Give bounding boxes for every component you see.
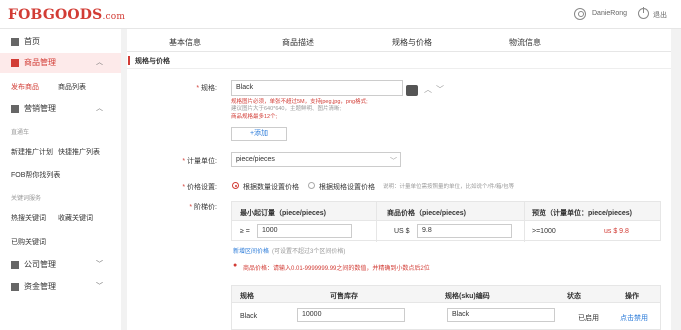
divider [127,68,671,69]
sku-spec: Black [240,313,258,320]
tier-label: * 阶梯价: [189,204,217,211]
radio-by-quantity[interactable] [232,182,239,189]
price-setting-label: * 价格设置: [182,184,217,191]
tab-bar: 基本信息 商品描述 规格与价格 物流信息 [127,29,671,52]
price-input[interactable]: 9.8 [417,224,512,238]
product-icon [11,59,19,67]
sidebar-sub-product-list[interactable]: 商品列表 [58,82,86,92]
tab-spec-price[interactable]: 规格与价格 [392,37,432,48]
price-warning: 商品价格：请输入0.01-9999999.99之间的数值，并精确到小数点后2位 [243,266,430,272]
spec-hint-1: 规格图片必须，单张不超过5M，支持jpeg,jpg，png格式; [231,99,368,105]
sku-code-input[interactable]: Black [447,308,555,322]
sidebar-item-product-mgmt[interactable]: 商品管理 ︿ [0,53,121,73]
username[interactable]: DanieRong [592,10,627,17]
sku-table: 规格 可售库存 规格(sku)编码 状态 操作 Black 10000 Blac… [231,285,661,330]
section-title: 规格与价格 [135,58,170,65]
group-label-keyword: 关键词服务 [11,196,42,202]
sidebar-item-home[interactable]: 首页 [0,32,121,52]
brand-logo[interactable]: FOBGOODS.com [8,7,125,23]
radio-label-quantity[interactable]: 根据数量设置价格 [243,182,299,192]
sidebar-item-label: 公司管理 [24,260,56,269]
group-label-promo: 直通车 [11,130,30,136]
unit-select[interactable]: piece/pieces [231,152,401,167]
min-qty-input[interactable]: 1000 [257,224,352,238]
spec-hint-2: 建议图片大于640*640，主题鲜明、图片清晰; [231,106,342,112]
sku-col-stock: 可售库存 [330,293,358,300]
disable-link[interactable]: 点击禁用 [620,313,648,323]
sidebar-item-finance[interactable]: 资金管理 ﹀ [0,277,121,297]
sidebar-item-label: 资金管理 [24,282,56,291]
tier-col-preview: 预览（计量单位：piece/pieces) [532,210,632,217]
section-marker [128,56,130,65]
sidebar-item-marketing[interactable]: 营销管理 ︿ [0,99,121,119]
chevron-down-icon: ﹀ [390,158,397,165]
sidebar-sub-fav-keywords[interactable]: 收藏关键词 [58,213,93,223]
tab-logistics[interactable]: 物流信息 [509,37,541,48]
spec-input[interactable]: Black [231,80,403,96]
finance-icon [11,283,19,291]
marketing-icon [11,105,19,113]
radio-label-spec[interactable]: 根据规格设置价格 [319,182,375,192]
spec-hint-3: 商品规格最多12个; [231,114,278,120]
chevron-up-icon: ︿ [96,59,103,66]
logo-suffix: .com [102,12,126,22]
sku-col-code: 规格(sku)编码 [445,293,490,300]
sidebar-sub-bought-keywords[interactable]: 已购关键词 [11,237,46,247]
home-icon [11,38,19,46]
company-icon [11,261,19,269]
sku-col-action: 操作 [625,293,639,300]
add-spec-button[interactable]: +添加 [231,127,287,141]
preview-qty: >=1000 [532,228,556,235]
sku-col-status: 状态 [567,293,581,300]
chevron-down-icon: ﹀ [96,261,103,268]
move-up-icon[interactable]: ︿ [424,84,432,95]
stock-input[interactable]: 10000 [297,308,405,322]
sidebar-item-label: 营销管理 [24,104,56,113]
price-setting-note: 说明：计量单位需按照量的单位，比如说个/件/箱/包等 [383,184,515,190]
sidebar-item-label: 首页 [24,37,40,46]
tier-price-table: 最小起订量（piece/pieces) 商品价格（piece/pieces) 预… [231,201,661,242]
add-tier-note: (可设置不超过3个区间价格) [272,249,346,255]
logout-link[interactable]: 退出 [653,10,667,20]
currency-label: US $ [394,228,410,235]
spec-label: * 规格: [196,85,217,92]
sku-col-spec: 规格 [240,293,254,300]
tab-description[interactable]: 商品描述 [282,37,314,48]
sidebar: 首页 商品管理 ︿ 发布商品 商品列表 营销管理 ︿ 直通车 新建推广计划 快捷… [0,29,121,330]
sidebar-sub-publish[interactable]: 发布商品 [11,82,39,92]
move-down-icon[interactable]: ﹀ [436,84,444,95]
logo-text: FOBGOODS [8,7,103,23]
chevron-up-icon: ︿ [96,105,103,112]
user-icon[interactable] [574,8,586,20]
sidebar-sub-fob-list[interactable]: FOB帮你找列表 [11,170,60,180]
ge-sign: ≥ = [240,228,250,235]
add-tier-link[interactable]: 新增区间价格 [233,246,269,255]
preview-price: us $ 9.8 [604,228,629,235]
divider [524,202,525,242]
sidebar-sub-quick-plan[interactable]: 快捷推广列表 [58,147,100,157]
radio-by-spec[interactable] [308,182,315,189]
divider [376,202,377,242]
sidebar-sub-hot-keywords[interactable]: 热搜关键词 [11,213,46,223]
tier-col-min-qty: 最小起订量（piece/pieces) [240,210,326,217]
unit-label: * 计量单位: [182,158,217,165]
spec-image-thumb[interactable] [406,85,418,96]
sidebar-item-label: 商品管理 [24,58,56,67]
sidebar-sub-new-plan[interactable]: 新建推广计划 [11,147,53,157]
tab-basic-info[interactable]: 基本信息 [169,37,201,48]
tier-col-price: 商品价格（piece/pieces) [387,210,466,217]
chevron-down-icon: ﹀ [96,283,103,290]
sku-status: 已启用 [578,315,599,322]
sidebar-item-company[interactable]: 公司管理 ﹀ [0,255,121,275]
warning-icon: ● [233,262,238,269]
power-icon[interactable] [638,7,649,19]
